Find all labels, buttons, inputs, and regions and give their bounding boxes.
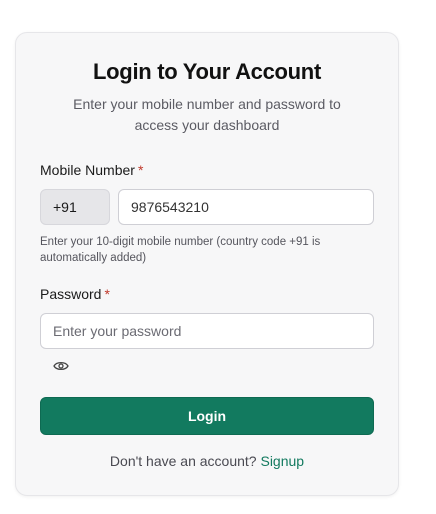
mobile-number-label-text: Mobile Number [40, 162, 135, 178]
mobile-number-input[interactable] [118, 189, 374, 225]
password-label-text: Password [40, 286, 102, 302]
signup-link[interactable]: Signup [260, 453, 304, 469]
required-marker: * [104, 286, 110, 302]
login-card: Login to Your Account Enter your mobile … [15, 32, 399, 496]
required-marker: * [137, 162, 144, 178]
signup-row: Don't have an account? Signup [16, 453, 398, 469]
mobile-hint: Enter your 10-digit mobile number (count… [40, 236, 321, 264]
country-code-prefix: +91 [40, 189, 110, 225]
page-title: Login to Your Account [93, 59, 321, 84]
password-label: Password * [40, 286, 110, 302]
eye-icon[interactable] [52, 357, 70, 375]
password-input[interactable] [40, 313, 374, 349]
mobile-number-label: Mobile Number * [40, 162, 143, 178]
login-button[interactable]: Login [40, 397, 374, 435]
signup-prompt: Don't have an account? [109, 453, 257, 469]
page-subtitle: Enter your mobile number and password to… [73, 96, 341, 133]
